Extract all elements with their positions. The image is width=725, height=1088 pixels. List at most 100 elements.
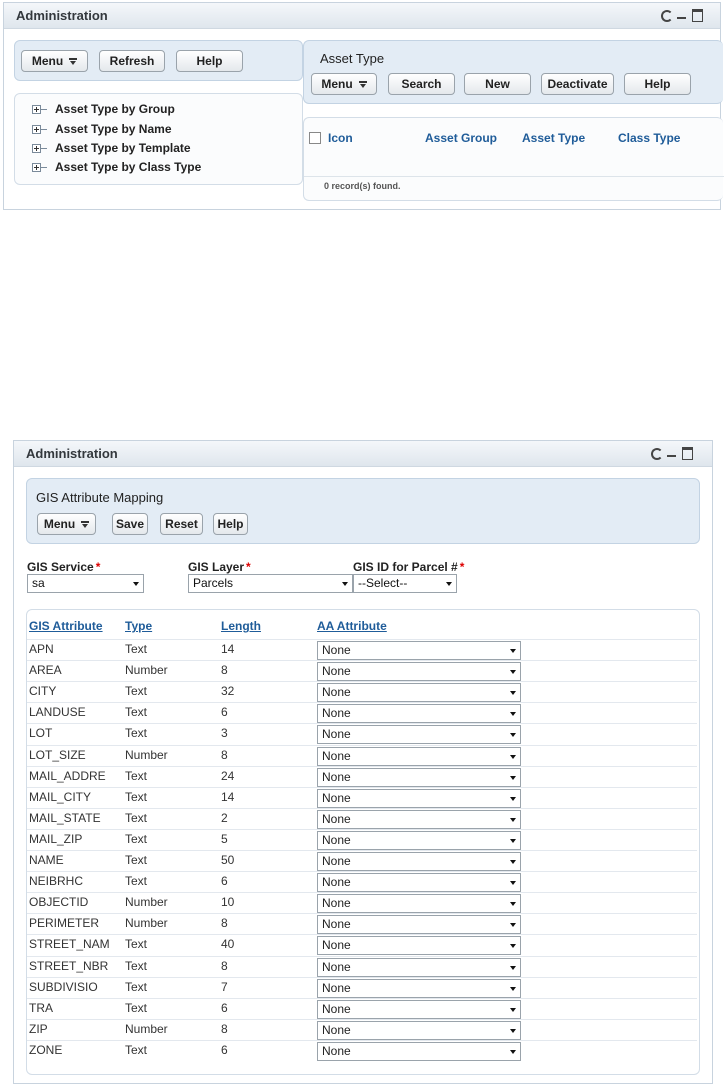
gis-service-select[interactable]: sa — [27, 574, 144, 593]
dropdown-arrow-icon — [510, 691, 516, 696]
menu-caret-icon — [69, 57, 78, 65]
asset-type-grid: Icon Asset Group Asset Type Class Type 0… — [303, 117, 724, 201]
asset-help-button[interactable]: Help — [624, 73, 691, 95]
gis-attribute-cell: AREA — [29, 663, 62, 678]
aa-attribute-select[interactable]: None — [317, 894, 521, 914]
gis-attribute-cell: LOT — [29, 726, 53, 741]
tree-connector — [41, 108, 47, 110]
aa-attribute-select[interactable]: None — [317, 662, 521, 682]
gis-attribute-cell: LOT_SIZE — [29, 747, 86, 762]
new-button[interactable]: New — [464, 73, 531, 95]
mapping-help-button[interactable]: Help — [213, 513, 248, 535]
aa-attribute-select[interactable]: None — [317, 915, 521, 935]
aa-attribute-select[interactable]: None — [317, 725, 521, 745]
gis-service-value: sa — [32, 576, 45, 590]
col-length[interactable]: Length — [221, 619, 261, 633]
aa-attribute-select[interactable]: None — [317, 936, 521, 956]
col-class-type[interactable]: Class Type — [618, 131, 680, 145]
aa-attribute-select[interactable]: None — [317, 809, 521, 829]
col-asset-group[interactable]: Asset Group — [425, 131, 497, 145]
col-asset-type[interactable]: Asset Type — [522, 131, 585, 145]
tree-item-group[interactable]: Asset Type by Group — [32, 102, 175, 116]
bottom-titlebar: Administration — [14, 441, 712, 467]
table-row: STREET_NBR Text 8 None — [27, 955, 697, 977]
tree-item-class-type[interactable]: Asset Type by Class Type — [32, 160, 201, 174]
expand-icon[interactable] — [32, 162, 41, 172]
aa-attribute-select[interactable]: None — [317, 788, 521, 808]
minimize-icon[interactable] — [676, 9, 687, 20]
dropdown-arrow-icon — [342, 582, 348, 586]
gis-layer-select[interactable]: Parcels — [188, 574, 353, 593]
tree-item-template[interactable]: Asset Type by Template — [32, 141, 191, 155]
length-cell: 10 — [221, 895, 235, 910]
select-all-checkbox[interactable] — [309, 132, 321, 144]
aa-attribute-select[interactable]: None — [317, 978, 521, 998]
expand-icon[interactable] — [32, 124, 41, 134]
menu-caret-icon — [81, 520, 90, 528]
table-row: MAIL_STATE Text 2 None — [27, 807, 697, 829]
asset-menu-button[interactable]: Menu — [311, 73, 377, 95]
maximize-icon[interactable] — [682, 447, 693, 460]
type-cell: Text — [125, 831, 148, 846]
reset-button-label: Reset — [165, 517, 198, 531]
new-button-label: New — [485, 77, 510, 91]
aa-attribute-select[interactable]: None — [317, 767, 521, 787]
aa-attribute-select[interactable]: None — [317, 746, 521, 766]
menu-button[interactable]: Menu — [21, 50, 88, 72]
aa-attribute-select[interactable]: None — [317, 957, 521, 977]
col-gis-attribute[interactable]: GIS Attribute — [29, 619, 103, 633]
dropdown-arrow-icon — [510, 902, 516, 907]
dropdown-arrow-icon — [510, 944, 516, 949]
aa-attribute-select[interactable]: None — [317, 999, 521, 1019]
asset-tree-panel: Asset Type by Group Asset Type by Name A… — [14, 93, 303, 185]
expand-icon[interactable] — [32, 104, 41, 114]
aa-attribute-select[interactable]: None — [317, 852, 521, 871]
dropdown-arrow-icon — [510, 712, 516, 717]
deactivate-button[interactable]: Deactivate — [541, 73, 614, 95]
aa-attribute-select[interactable]: None — [317, 830, 521, 850]
aa-attribute-value: None — [322, 643, 351, 657]
gis-attribute-cell: NEIBRHC — [29, 874, 84, 889]
aa-attribute-select[interactable]: None — [317, 1020, 521, 1040]
col-aa-attribute[interactable]: AA Attribute — [317, 619, 387, 633]
refresh-button[interactable]: Refresh — [99, 50, 165, 72]
type-cell: Text — [125, 979, 148, 994]
type-cell: Number — [125, 1021, 168, 1036]
gis-layer-value: Parcels — [193, 576, 234, 590]
search-button[interactable]: Search — [388, 73, 455, 95]
expand-icon[interactable] — [32, 143, 41, 153]
gis-service-label: GIS Service * — [27, 560, 100, 574]
length-cell: 32 — [221, 684, 235, 699]
aa-attribute-select[interactable]: None — [317, 683, 521, 703]
type-cell: Number — [125, 747, 168, 762]
gis-attribute-cell: MAIL_ZIP — [29, 831, 83, 846]
table-row: ZIP Number 8 None — [27, 1018, 697, 1040]
gis-attribute-cell: APN — [29, 642, 54, 656]
col-icon[interactable]: Icon — [328, 131, 353, 145]
save-button[interactable]: Save — [112, 513, 148, 535]
maximize-icon[interactable] — [692, 9, 703, 22]
length-cell: 8 — [221, 1021, 228, 1036]
minimize-icon[interactable] — [666, 447, 677, 458]
length-cell: 40 — [221, 937, 235, 952]
length-cell: 8 — [221, 916, 228, 931]
tree-item-name[interactable]: Asset Type by Name — [32, 122, 172, 136]
aa-attribute-value: None — [322, 706, 351, 721]
aa-attribute-select[interactable]: None — [317, 1041, 521, 1061]
aa-attribute-select[interactable]: None — [317, 704, 521, 724]
help-button[interactable]: Help — [176, 50, 243, 72]
aa-attribute-select[interactable]: None — [317, 641, 521, 660]
refresh-icon[interactable] — [650, 447, 663, 460]
mapping-menu-button[interactable]: Menu — [37, 513, 96, 535]
gis-service-label-text: GIS Service — [27, 560, 94, 574]
aa-attribute-select[interactable]: None — [317, 873, 521, 893]
dropdown-arrow-icon — [510, 860, 516, 864]
refresh-icon[interactable] — [660, 9, 673, 22]
col-type[interactable]: Type — [125, 619, 152, 633]
gis-id-select[interactable]: --Select-- — [353, 574, 457, 593]
dropdown-arrow-icon — [510, 649, 516, 653]
table-row: TRA Text 6 None — [27, 997, 697, 1019]
aa-attribute-value: None — [322, 748, 351, 763]
refresh-button-label: Refresh — [109, 54, 155, 68]
reset-button[interactable]: Reset — [160, 513, 203, 535]
